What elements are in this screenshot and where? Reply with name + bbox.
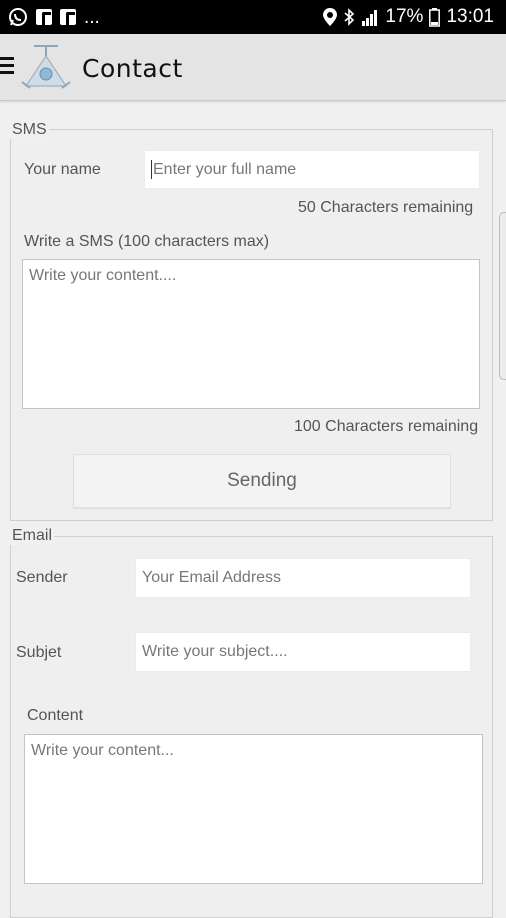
facebook-icon bbox=[60, 9, 76, 26]
signal-icon bbox=[362, 10, 378, 26]
whatsapp-icon bbox=[9, 8, 27, 26]
content-label: Content bbox=[27, 707, 84, 724]
status-bar: ... 17% 13:01 bbox=[0, 0, 506, 34]
email-content-placeholder: Write your content... bbox=[31, 742, 174, 759]
bluetooth-icon bbox=[344, 8, 355, 26]
menu-icon[interactable] bbox=[0, 57, 14, 75]
status-bar-right: 17% 13:01 bbox=[323, 6, 494, 28]
battery-icon bbox=[429, 7, 441, 27]
sender-email-input[interactable]: Your Email Address bbox=[135, 558, 471, 598]
scrollbar[interactable] bbox=[499, 212, 506, 380]
app-logo bbox=[21, 45, 71, 89]
sender-label: Sender bbox=[16, 569, 68, 586]
sender-email-placeholder: Your Email Address bbox=[142, 569, 282, 586]
facebook-icon bbox=[36, 9, 52, 26]
name-input[interactable]: Enter your full name bbox=[144, 150, 480, 189]
clock: 13:01 bbox=[446, 6, 494, 27]
name-remaining-counter: 50 Characters remaining bbox=[298, 199, 474, 216]
name-input-placeholder: Enter your full name bbox=[153, 160, 297, 178]
subject-input[interactable]: Write your subject.... bbox=[135, 632, 471, 672]
email-legend: Email bbox=[10, 527, 55, 545]
sms-remaining-counter: 100 Characters remaining bbox=[294, 418, 479, 435]
subject-placeholder: Write your subject.... bbox=[142, 643, 288, 660]
email-content-textarea[interactable]: Write your content... bbox=[24, 734, 483, 884]
sms-legend: SMS bbox=[10, 121, 49, 139]
location-icon bbox=[323, 8, 338, 26]
app-toolbar: Contact bbox=[0, 34, 506, 101]
sms-label: Write a SMS (100 characters max) bbox=[24, 233, 270, 250]
sms-content-placeholder: Write your content.... bbox=[29, 267, 177, 284]
subject-label: Subjet bbox=[16, 644, 62, 661]
send-sms-button[interactable]: Sending bbox=[73, 454, 451, 508]
overflow-indicator: ... bbox=[84, 6, 100, 28]
page-title: Contact bbox=[82, 54, 183, 83]
battery-percent: 17% bbox=[385, 6, 424, 27]
status-bar-left: ... bbox=[8, 7, 100, 27]
name-label: Your name bbox=[24, 161, 101, 178]
text-caret bbox=[151, 160, 152, 179]
sms-content-textarea[interactable]: Write your content.... bbox=[22, 259, 480, 409]
send-sms-button-label: Sending bbox=[227, 470, 297, 491]
